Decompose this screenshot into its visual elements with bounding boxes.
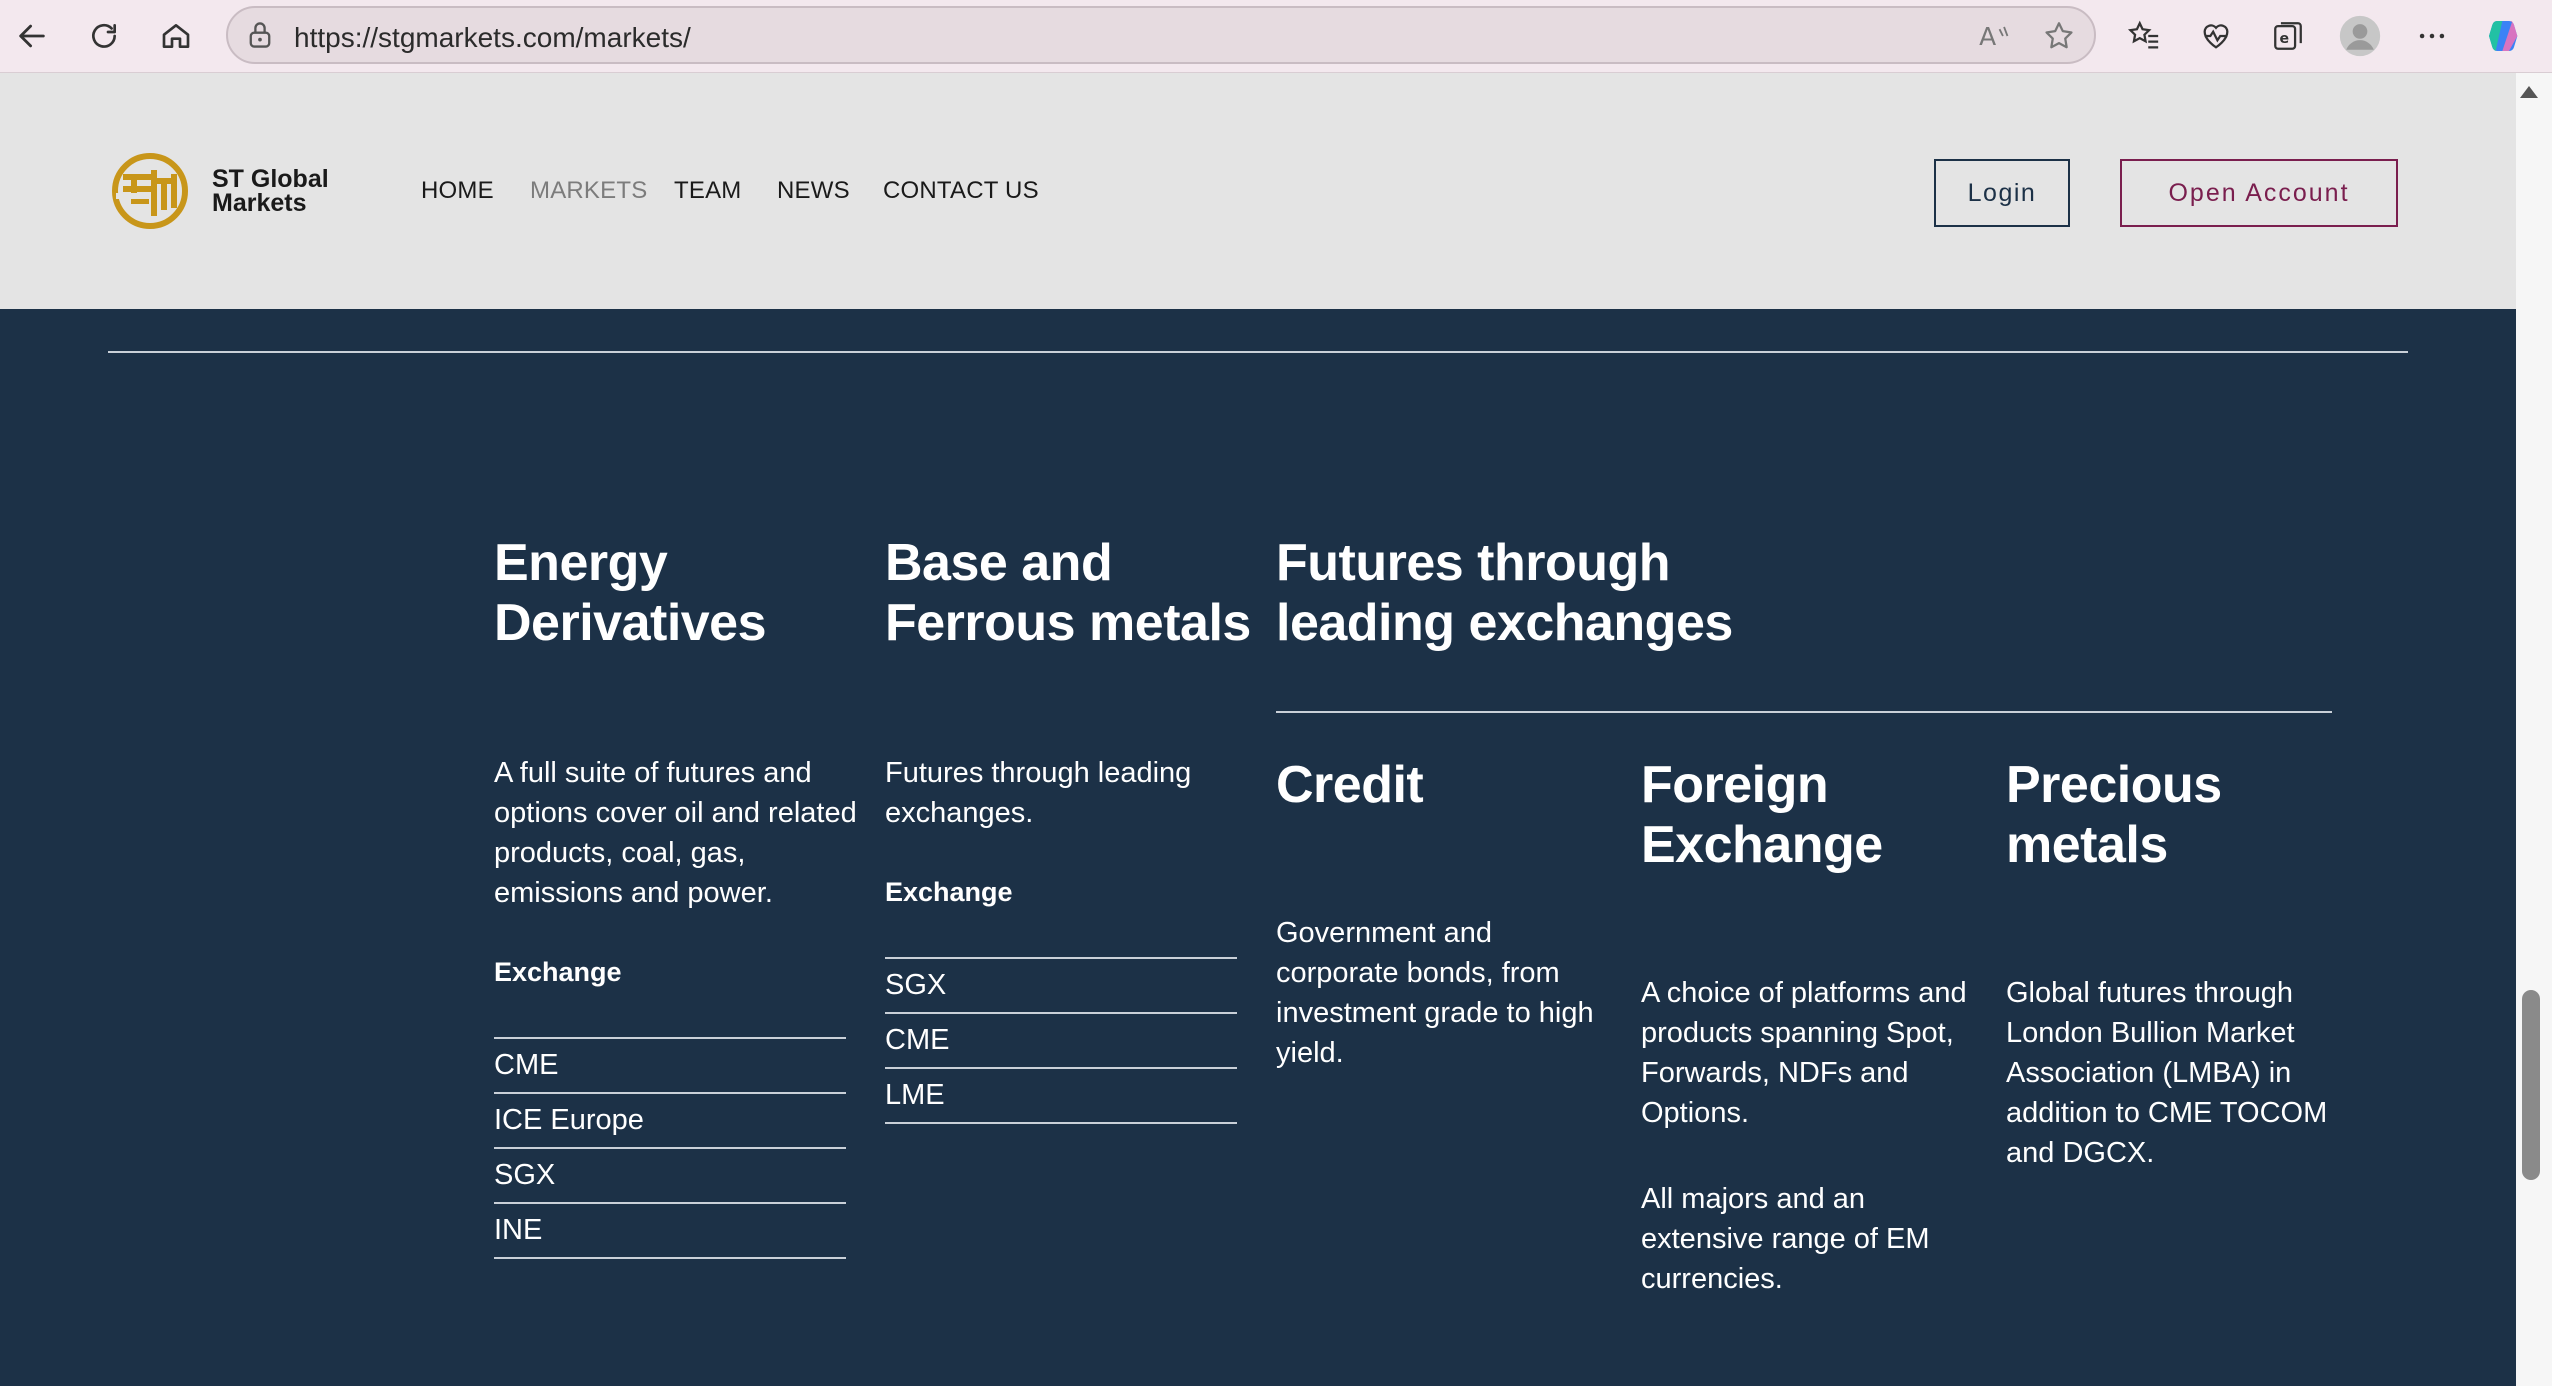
precious-metals-description: Global futures through London Bullion Ma… [2006,977,2328,1169]
base-metals-exchange-label: Exchange [885,877,1013,907]
list-item: CME [885,1014,1237,1069]
svg-text:A: A [1979,22,1996,51]
base-ferrous-metals-description: Futures through leading exchanges. [885,757,1192,829]
energy-exchange-label: Exchange [494,957,622,987]
credit-description: Government and corporate bonds, from inv… [1276,917,1594,1069]
list-item: SGX [494,1149,846,1204]
site-header: ST Global Markets HOME MARKETS TEAM NEWS… [0,73,2516,309]
foreign-exchange-title: Foreign Exchange [1641,756,1883,874]
scroll-up-arrow-icon[interactable] [2520,86,2538,98]
browser-toolbar: https://stgmarkets.com/markets/ A e [0,0,2552,73]
address-bar[interactable]: https://stgmarkets.com/markets/ A [226,6,2096,64]
open-account-button[interactable]: Open Account [2120,159,2398,227]
scrollbar-thumb[interactable] [2522,990,2540,1180]
collections-icon[interactable]: e [2264,12,2312,60]
brand-line-1: ST Global [212,165,329,193]
brand-line-2: Markets [212,189,307,217]
list-item: LME [885,1069,1237,1124]
nav-markets[interactable]: MARKETS [530,177,647,205]
refresh-icon[interactable] [80,12,128,60]
favorites-icon[interactable] [2120,12,2168,60]
read-aloud-icon[interactable]: A [1978,20,2012,52]
favorite-star-icon[interactable] [2042,19,2076,53]
energy-derivatives-description: A full suite of futures and options cove… [494,757,857,909]
nav-home[interactable]: HOME [421,177,494,205]
stg-logo-icon[interactable] [112,153,188,229]
home-icon[interactable] [152,12,200,60]
nav-news[interactable]: NEWS [777,177,850,205]
page-content: ST Global Markets HOME MARKETS TEAM NEWS… [0,73,2516,1386]
list-item: ICE Europe [494,1094,846,1149]
base-ferrous-metals-title: Base and Ferrous metals [885,534,1251,652]
energy-derivatives-title: Energy Derivatives [494,534,767,652]
base-metals-exchange-list: SGX CME LME [885,957,1237,1124]
foreign-exchange-description: A choice of platforms and products spann… [1641,977,1967,1129]
lock-icon[interactable] [246,20,274,50]
foreign-exchange-description-2: All majors and an extensive range of EM … [1641,1183,1930,1295]
url-text[interactable]: https://stgmarkets.com/markets/ [294,22,691,54]
page-scrollbar[interactable] [2516,73,2552,1386]
list-item: INE [494,1204,846,1259]
futures-leading-exchanges-title: Futures through leading exchanges [1276,534,1733,652]
nav-team[interactable]: TEAM [674,177,741,205]
credit-title: Credit [1276,756,1424,814]
health-icon[interactable] [2192,12,2240,60]
login-button[interactable]: Login [1934,159,2070,227]
profile-avatar-icon[interactable] [2336,12,2384,60]
list-item: CME [494,1039,846,1094]
more-options-icon[interactable] [2408,12,2456,60]
list-item: SGX [885,959,1237,1014]
brand-name[interactable]: ST Global Markets [212,165,329,217]
back-icon[interactable] [8,12,56,60]
futures-divider [1276,711,2332,713]
section-divider [108,351,2408,353]
nav-contact-us[interactable]: CONTACT US [883,177,1039,205]
copilot-icon[interactable] [2480,12,2528,60]
energy-exchange-list: CME ICE Europe SGX INE [494,1037,846,1259]
svg-text:e: e [2280,31,2290,47]
precious-metals-title: Precious metals [2006,756,2222,874]
